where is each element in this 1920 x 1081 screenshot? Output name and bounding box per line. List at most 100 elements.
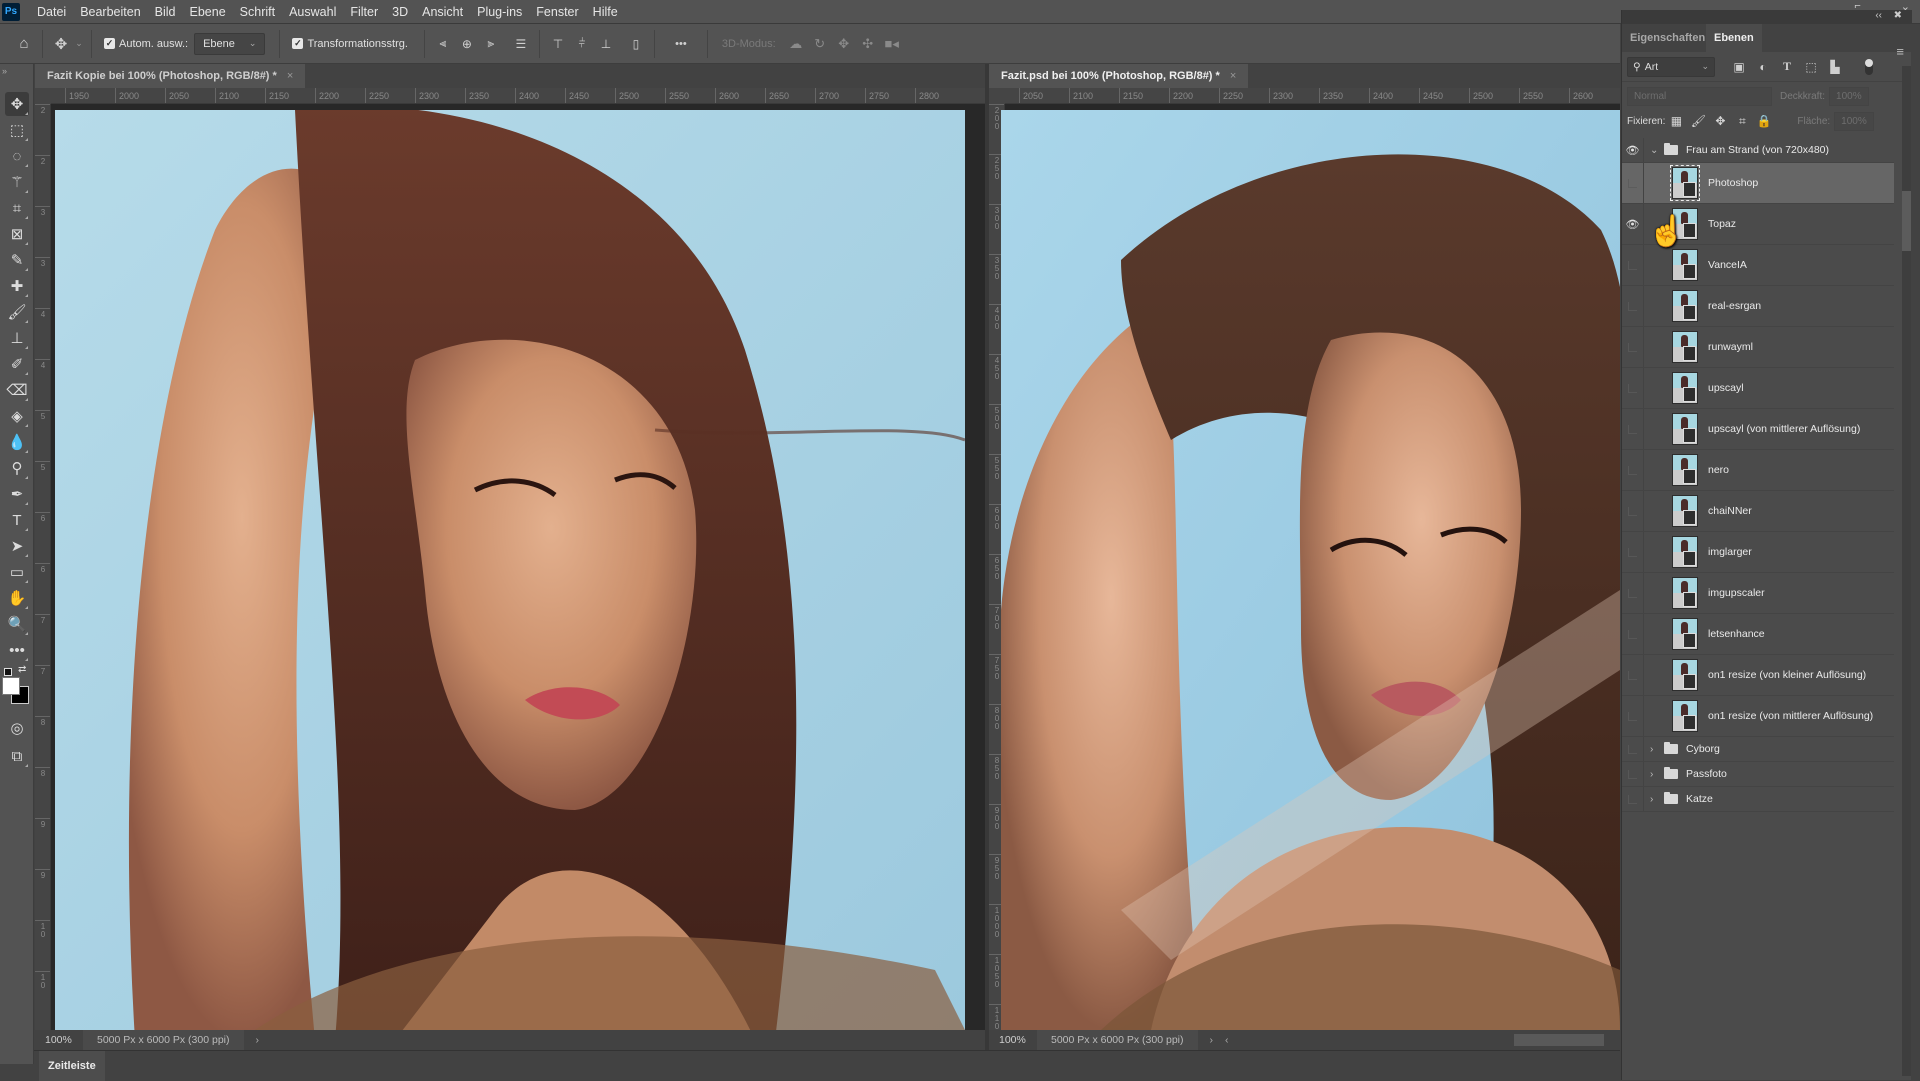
horizontal-ruler[interactable]: 1950 2000 2050 2100 2150 2200 2250 2300 2350 2400… <box>51 88 985 104</box>
screen-mode-icon[interactable]: ⧉ <box>5 744 29 768</box>
magic-wand-tool[interactable]: ⚚ <box>5 170 29 194</box>
close-panel-icon[interactable]: ✖ <box>1894 10 1902 21</box>
document-tab[interactable]: Fazit.psd bei 100% (Photoshop, RGB/8#) *… <box>989 64 1249 88</box>
status-menu-arrow[interactable]: › <box>256 1034 260 1046</box>
eyedropper-tool[interactable]: ✎ <box>5 248 29 272</box>
move-tool-preset-icon[interactable]: ✥ <box>49 32 73 56</box>
zoom-tool[interactable]: 🔍 <box>5 612 29 636</box>
align-right-icon[interactable]: ⫸ <box>479 32 503 56</box>
pan-3d-icon[interactable]: ✥ <box>832 32 856 56</box>
move-tool[interactable]: ✥ <box>5 92 29 116</box>
menu-hilfe[interactable]: Hilfe <box>586 0 625 24</box>
layer-row[interactable]: on1 resize (von mittlerer Auflösung) <box>1622 696 1894 737</box>
vertical-ruler[interactable]: 2 2 3 3 4 4 5 5 6 6 7 7 8 8 9 9 10 10 <box>35 104 51 1030</box>
tab-ebenen[interactable]: Ebenen <box>1706 24 1762 52</box>
filter-pixel-layers-icon[interactable]: ▣ <box>1727 57 1751 77</box>
brush-tool[interactable]: 🖌 <box>5 300 29 324</box>
layer-row[interactable]: nero <box>1622 450 1894 491</box>
status-menu-arrow[interactable]: › <box>1210 1034 1214 1046</box>
layer-row[interactable]: upscayl <box>1622 368 1894 409</box>
distribute-horizontal-icon[interactable]: ▯ <box>624 32 648 56</box>
menu-ansicht[interactable]: Ansicht <box>415 0 470 24</box>
opacity-field[interactable]: 100% <box>1829 86 1870 106</box>
filter-toggle-switch[interactable] <box>1865 58 1873 75</box>
default-colors-icon[interactable] <box>4 668 12 676</box>
lock-all-icon[interactable]: 🔒 <box>1753 114 1775 128</box>
layer-row[interactable]: letsenhance <box>1622 614 1894 655</box>
layer-group-row[interactable]: › Cyborg <box>1622 737 1894 762</box>
rectangle-tool[interactable]: ▭ <box>5 560 29 584</box>
visibility-toggle[interactable] <box>1622 409 1644 449</box>
crop-tool[interactable]: ⌗ <box>5 196 29 220</box>
layer-row[interactable]: VanceIA <box>1622 245 1894 286</box>
visibility-toggle[interactable] <box>1622 286 1644 326</box>
horizontal-scrollbar-thumb[interactable] <box>1514 1034 1604 1046</box>
visibility-toggle[interactable] <box>1622 737 1644 761</box>
chevron-right-icon[interactable]: › <box>1650 794 1662 805</box>
visibility-toggle[interactable] <box>1622 163 1644 203</box>
layer-group-row[interactable]: › Passfoto <box>1622 762 1894 787</box>
timeline-tab[interactable]: Zeitleiste <box>39 1051 105 1081</box>
align-top-icon[interactable]: ⊤ <box>546 32 570 56</box>
filter-smart-objects-icon[interactable]: ▙ <box>1823 57 1847 77</box>
visibility-toggle[interactable] <box>1622 245 1644 285</box>
blend-mode-dropdown[interactable]: Normal <box>1627 86 1772 106</box>
visibility-toggle[interactable]: 👁 <box>1622 138 1644 162</box>
scroll-left-arrow[interactable]: ‹ <box>1225 1034 1229 1046</box>
layer-row[interactable]: chaiNNer <box>1622 491 1894 532</box>
layer-row[interactable]: imglarger <box>1622 532 1894 573</box>
visibility-toggle[interactable] <box>1622 762 1644 786</box>
menu-bearbeiten[interactable]: Bearbeiten <box>73 0 147 24</box>
camera-3d-icon[interactable]: ■◂ <box>880 32 904 56</box>
menu-ebene[interactable]: Ebene <box>183 0 233 24</box>
chevron-down-icon[interactable]: ⌄ <box>73 32 85 56</box>
menu-plugins[interactable]: Plug-ins <box>470 0 529 24</box>
chevron-down-icon[interactable]: ⌄ <box>1650 145 1662 156</box>
filter-kind-dropdown[interactable]: ⚲ Art ⌄ <box>1627 56 1715 77</box>
filter-type-layers-icon[interactable]: T <box>1775 57 1799 77</box>
auto-select-checkbox[interactable]: ✓ Autom. ausw.: <box>104 38 188 50</box>
document-tab[interactable]: Fazit Kopie bei 100% (Photoshop, RGB/8#)… <box>35 64 306 88</box>
more-options-button[interactable]: ••• <box>661 32 701 56</box>
auto-select-target-dropdown[interactable]: Ebene ⌄ <box>194 32 266 55</box>
visibility-toggle[interactable] <box>1622 491 1644 531</box>
layer-row[interactable]: imgupscaler <box>1622 573 1894 614</box>
visibility-toggle[interactable] <box>1622 655 1644 695</box>
pen-tool[interactable]: ✒ <box>5 482 29 506</box>
lock-artboard-icon[interactable]: ⌗ <box>1731 114 1753 129</box>
slide-3d-icon[interactable]: ✣ <box>856 32 880 56</box>
lock-transparent-pixels-icon[interactable]: ▦ <box>1665 114 1687 128</box>
visibility-toggle[interactable] <box>1622 696 1644 736</box>
type-tool[interactable]: T <box>5 508 29 532</box>
close-icon[interactable]: × <box>1230 70 1236 82</box>
path-selection-tool[interactable]: ➤ <box>5 534 29 558</box>
layer-row[interactable]: on1 resize (von kleiner Auflösung) <box>1622 655 1894 696</box>
filter-adjustment-layers-icon[interactable]: ◐ <box>1751 57 1775 77</box>
home-icon[interactable]: ⌂ <box>12 32 36 56</box>
clone-stamp-tool[interactable]: ⊥ <box>5 326 29 350</box>
dodge-tool[interactable]: ⚲ <box>5 456 29 480</box>
panel-scrollbar[interactable] <box>1902 66 1911 1076</box>
layer-row[interactable]: Photoshop <box>1622 163 1894 204</box>
history-brush-tool[interactable]: ✐ <box>5 352 29 376</box>
menu-3d[interactable]: 3D <box>385 0 415 24</box>
eraser-tool[interactable]: ⌫ <box>5 378 29 402</box>
collapse-panel-icon[interactable]: ‹‹ <box>1875 10 1882 21</box>
align-left-icon[interactable]: ⫷ <box>431 32 455 56</box>
visibility-toggle[interactable] <box>1622 368 1644 408</box>
layer-group-row[interactable]: › Katze <box>1622 787 1894 812</box>
lock-image-pixels-icon[interactable]: 🖌 <box>1687 114 1709 128</box>
visibility-toggle[interactable] <box>1622 532 1644 572</box>
quick-mask-icon[interactable]: ◎ <box>5 716 29 740</box>
expand-icon[interactable]: » <box>2 66 7 76</box>
horizontal-ruler[interactable]: 2050 2100 2150 2200 2250 2300 2350 2400 2450 2500… <box>1005 88 1620 104</box>
foreground-color-swatch[interactable] <box>2 677 20 695</box>
orbit-3d-icon[interactable]: ☁ <box>784 32 808 56</box>
more-tools-icon[interactable]: ••• <box>5 638 29 662</box>
healing-brush-tool[interactable]: ✚ <box>5 274 29 298</box>
tab-eigenschaften[interactable]: Eigenschaften <box>1622 24 1713 52</box>
filter-shape-layers-icon[interactable]: ⬚ <box>1799 57 1823 77</box>
chevron-right-icon[interactable]: › <box>1650 744 1662 755</box>
canvas-left[interactable] <box>55 110 965 1030</box>
visibility-toggle[interactable] <box>1622 573 1644 613</box>
